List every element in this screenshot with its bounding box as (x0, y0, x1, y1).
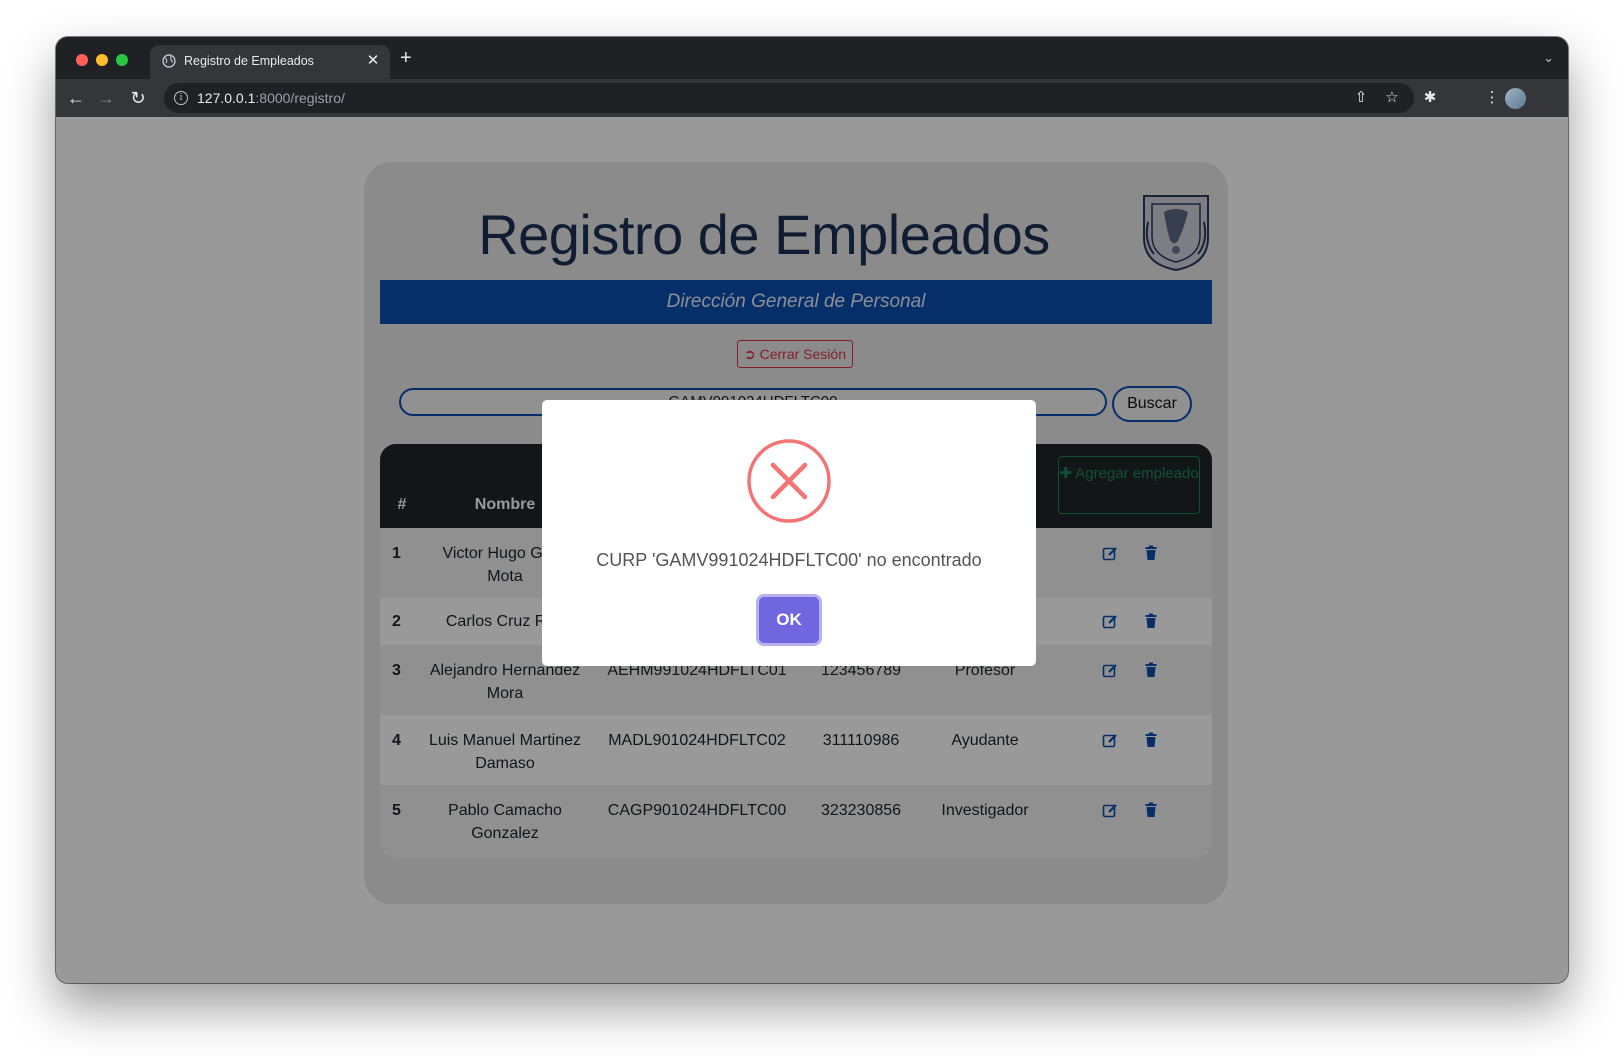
forward-arrow-icon[interactable]: → (94, 86, 118, 110)
browser-toolbar: ← → ↻ i 127.0.0.1:8000/registro/ ⇧ ☆ ✱ ⋮ (56, 79, 1568, 117)
browser-tab[interactable]: Registro de Empleados ✕ (150, 45, 390, 79)
error-x-icon (747, 439, 831, 523)
extensions-puzzle-icon[interactable]: ✱ (1418, 86, 1442, 110)
browser-window: Registro de Empleados ✕ + ⌄ ← → ↻ i 127.… (56, 37, 1568, 983)
more-menu-icon[interactable]: ⋮ (1480, 86, 1504, 110)
close-window-button[interactable] (76, 54, 88, 66)
site-info-icon[interactable]: i (174, 91, 188, 105)
profile-avatar[interactable] (1505, 88, 1526, 109)
dialog-message: CURP 'GAMV991024HDFLTC00' no encontrado (596, 550, 982, 570)
new-tab-button[interactable]: + (400, 48, 412, 68)
page-viewport: Registro de Empleados UNAM Dirección Gen… (56, 117, 1568, 983)
address-bar[interactable]: i 127.0.0.1:8000/registro/ (164, 83, 1414, 113)
share-icon[interactable]: ⇧ (1349, 86, 1373, 110)
minimize-window-button[interactable] (96, 54, 108, 66)
url-text: 127.0.0.1:8000/registro/ (197, 90, 345, 106)
tab-close-icon[interactable]: ✕ (364, 52, 382, 70)
reload-icon[interactable]: ↻ (126, 86, 150, 110)
error-dialog: CURP 'GAMV991024HDFLTC00' no encontrado … (542, 400, 1036, 666)
ok-button[interactable]: OK (759, 597, 819, 643)
tab-title: Registro de Empleados (184, 54, 314, 68)
tab-strip: Registro de Empleados ✕ + ⌄ (56, 37, 1568, 79)
back-arrow-icon[interactable]: ← (64, 86, 88, 110)
tab-search-chevron-icon[interactable]: ⌄ (1543, 50, 1554, 66)
globe-icon (162, 54, 176, 68)
maximize-window-button[interactable] (116, 54, 128, 66)
bookmark-star-icon[interactable]: ☆ (1380, 86, 1404, 110)
